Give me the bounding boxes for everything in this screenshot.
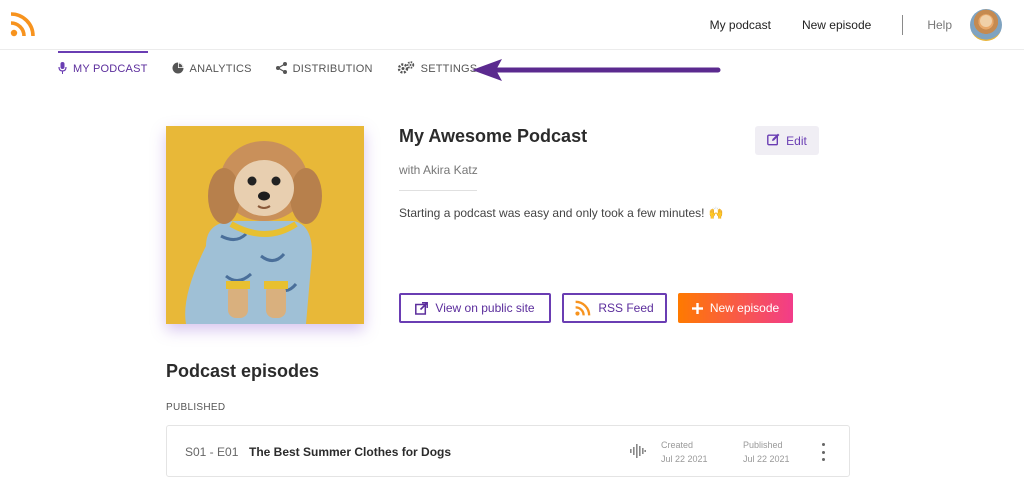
published-date: Jul 22 2021 xyxy=(743,454,790,464)
top-nav: My podcast New episode Help xyxy=(710,0,1024,50)
annotation-arrow xyxy=(472,59,721,81)
rss-icon xyxy=(575,300,591,316)
nav-divider xyxy=(902,15,904,35)
tab-label: DISTRIBUTION xyxy=(292,63,373,75)
published-label: Published xyxy=(743,440,783,450)
tab-distribution[interactable]: DISTRIBUTION xyxy=(275,51,373,85)
user-avatar[interactable] xyxy=(970,9,1002,41)
created-date: Jul 22 2021 xyxy=(661,454,708,464)
podcast-tabs: MY PODCAST ANALYTICS DISTRIBUTION SETTIN… xyxy=(58,51,501,87)
rss-feed-button[interactable]: RSS Feed xyxy=(562,293,667,323)
podcast-byline: with Akira Katz xyxy=(399,163,478,177)
pie-chart-icon xyxy=(172,62,184,77)
new-episode-button[interactable]: New episode xyxy=(678,293,793,323)
episode-row[interactable]: S01 - E01 The Best Summer Clothes for Do… xyxy=(166,425,850,477)
view-public-site-label: View on public site xyxy=(435,301,535,315)
external-link-icon xyxy=(415,301,429,315)
more-options-icon[interactable] xyxy=(819,443,827,461)
edit-label: Edit xyxy=(786,133,807,148)
tab-analytics[interactable]: ANALYTICS xyxy=(172,51,252,85)
tab-label: MY PODCAST xyxy=(73,63,148,75)
nav-my-podcast-link[interactable]: My podcast xyxy=(710,18,771,32)
episode-created-meta: Created Jul 22 2021 xyxy=(661,438,708,466)
tab-label: ANALYTICS xyxy=(189,63,252,75)
episode-published-meta: Published Jul 22 2021 xyxy=(743,438,790,466)
top-bar: My podcast New episode Help xyxy=(0,0,1024,50)
tab-my-podcast[interactable]: MY PODCAST xyxy=(58,51,148,85)
podcast-title: My Awesome Podcast xyxy=(399,126,588,146)
gears-icon xyxy=(397,61,415,77)
new-episode-label: New episode xyxy=(709,301,780,315)
tab-label: SETTINGS xyxy=(420,63,478,75)
raised-hands-emoji: 🙌 xyxy=(708,206,724,220)
microphone-icon xyxy=(58,61,67,77)
view-public-site-button[interactable]: View on public site xyxy=(399,293,551,323)
info-separator xyxy=(399,190,477,191)
episodes-section-title: Podcast episodes xyxy=(166,361,320,381)
rss-logo-icon[interactable] xyxy=(10,11,36,37)
tab-settings[interactable]: SETTINGS xyxy=(397,51,478,85)
share-icon xyxy=(275,61,287,77)
plus-icon xyxy=(691,302,703,314)
podcast-description: Starting a podcast was easy and only too… xyxy=(399,206,723,220)
description-text: Starting a podcast was easy and only too… xyxy=(399,206,705,220)
podcast-cover-image xyxy=(166,126,364,324)
nav-help-link[interactable]: Help xyxy=(927,18,952,32)
rss-feed-label: RSS Feed xyxy=(598,301,654,315)
nav-new-episode-link[interactable]: New episode xyxy=(802,18,871,32)
episode-title[interactable]: The Best Summer Clothes for Dogs xyxy=(249,445,451,459)
published-heading: PUBLISHED xyxy=(166,402,226,413)
edit-icon xyxy=(767,133,780,149)
edit-podcast-button[interactable]: Edit xyxy=(755,126,819,155)
created-label: Created xyxy=(661,440,694,450)
audio-waveform-icon xyxy=(630,444,646,463)
episode-code: S01 - E01 xyxy=(185,445,239,459)
